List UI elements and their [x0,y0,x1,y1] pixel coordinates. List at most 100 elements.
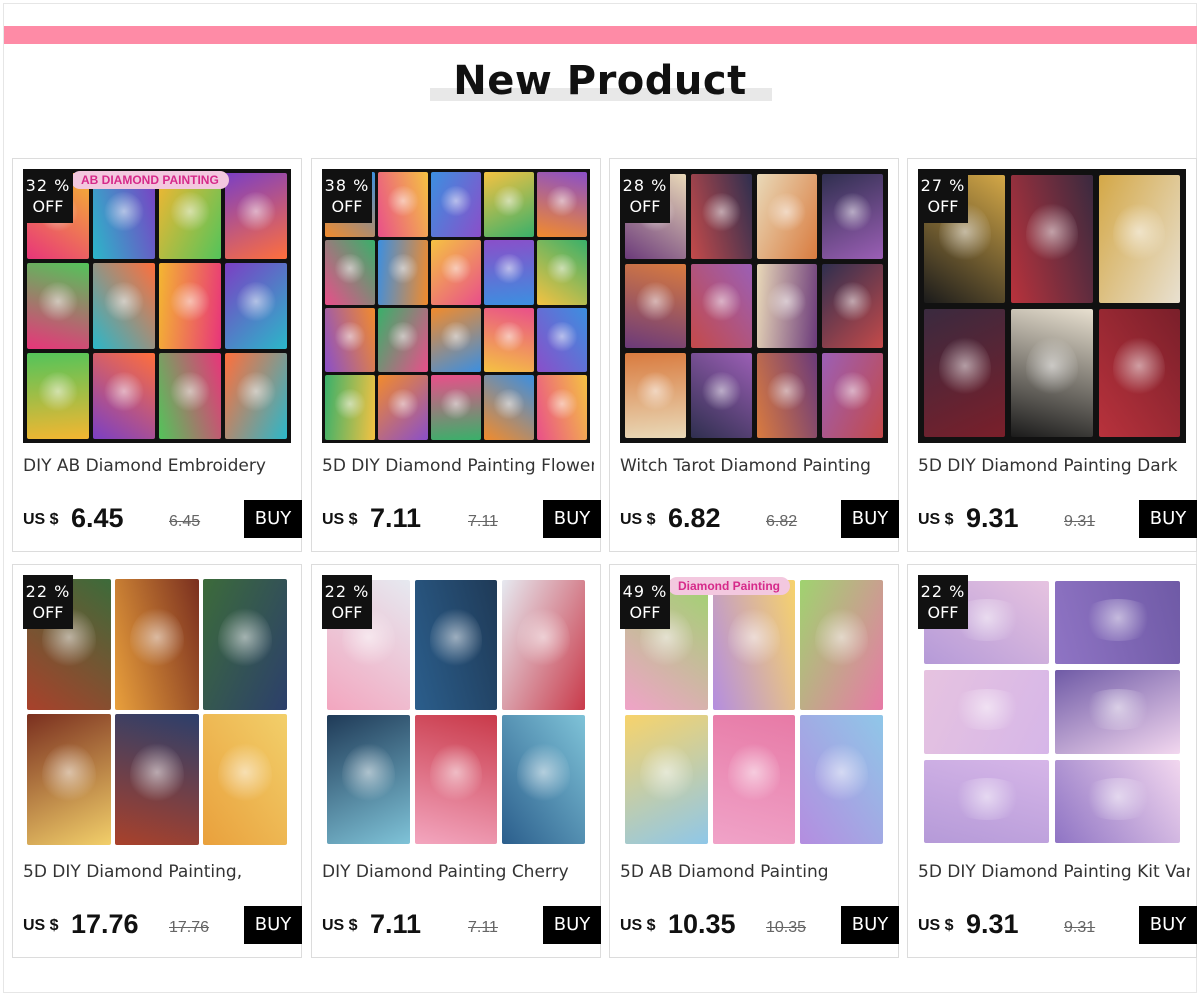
sale-price: 9.31 [966,909,1019,939]
discount-off-label: OFF [331,197,363,216]
image-tile [484,172,534,237]
image-tile [325,307,375,373]
image-tile [625,714,708,844]
currency-label: US $ [918,511,954,528]
product-name[interactable]: 5D DIY Diamond Painting, [23,862,295,882]
image-tile [225,263,287,349]
image-tile [502,714,585,844]
discount-badge: 38 % OFF [322,169,372,223]
currency-label: US $ [620,511,656,528]
image-banner: AB DIAMOND PAINTING [71,171,229,189]
image-tile [822,174,883,259]
discount-off-label: OFF [927,197,959,216]
image-tile [756,353,818,438]
image-tile [822,263,883,349]
image-tile [327,714,410,844]
discount-percent: 28 % [622,176,668,195]
original-price: 6.45 [169,513,201,530]
discount-badge: 28 % OFF [620,169,670,223]
price-row: US $ 6.45 6.45 BUY [23,499,302,539]
discount-badge: 49 % OFF [620,575,670,629]
image-tile [822,353,883,438]
buy-button[interactable]: BUY [543,906,601,944]
discount-off-label: OFF [32,603,64,622]
image-tile [690,174,752,259]
image-tile [537,307,587,373]
image-tile [378,375,428,440]
image-tile [93,353,155,439]
image-tile [431,307,481,373]
buy-button[interactable]: BUY [1139,906,1197,944]
product-name[interactable]: DIY Diamond Painting Cherry [322,862,594,882]
original-price: 9.31 [1064,513,1096,530]
original-price: 17.76 [169,919,210,936]
image-tile [1011,309,1093,437]
discount-off-label: OFF [32,197,64,216]
product-name[interactable]: 5D DIY Diamond Painting Flowers [322,456,594,476]
discount-off-label: OFF [629,197,661,216]
image-tile [800,714,883,844]
discount-percent: 49 % [622,582,668,601]
product-name[interactable]: Witch Tarot Diamond Painting [620,456,892,476]
discount-badge: 22 % OFF [23,575,73,629]
price-row: US $ 9.31 9.31 BUY [918,499,1197,539]
product-card[interactable]: 38 % OFF 5D DIY Diamond Painting Flowers US… [311,158,601,552]
product-card[interactable]: 22 % OFF 5D DIY Diamond Painting, US $ 17.76… [12,564,302,958]
discount-badge: 22 % OFF [918,575,968,629]
product-name[interactable]: 5D DIY Diamond Painting Kit Van [918,862,1190,882]
image-tile [159,263,221,349]
image-tile [27,263,89,349]
sale-price: 17.76 [71,909,139,939]
image-tile [414,714,498,844]
buy-button[interactable]: BUY [841,906,899,944]
image-tile [27,353,89,439]
image-tile [502,580,585,710]
sale-price: 6.82 [668,503,721,533]
image-tile [159,353,221,439]
image-tile [484,375,534,440]
product-name[interactable]: 5D AB Diamond Painting [620,862,892,882]
image-tile [756,263,818,349]
product-name[interactable]: 5D DIY Diamond Painting Dark [918,456,1190,476]
image-tile [1011,175,1093,303]
price-row: US $ 10.35 10.35 BUY [620,905,899,945]
buy-button[interactable]: BUY [244,906,302,944]
image-tile [378,172,428,237]
discount-percent: 32 % [25,176,71,195]
product-card[interactable]: AB DIAMOND PAINTING 32 % OFF DIY AB Diamond… [12,158,302,552]
currency-label: US $ [918,917,954,934]
buy-button[interactable]: BUY [543,500,601,538]
currency-label: US $ [23,511,59,528]
image-tile [1055,759,1180,843]
discount-badge: 22 % OFF [322,575,372,629]
image-tile [1055,670,1180,754]
image-tile [625,353,686,438]
original-price: 6.82 [766,513,798,530]
discount-off-label: OFF [331,603,363,622]
buy-button[interactable]: BUY [1139,500,1197,538]
image-tile [1098,175,1180,303]
buy-button[interactable]: BUY [244,500,302,538]
price-row: US $ 6.82 6.82 BUY [620,499,899,539]
product-card[interactable]: 27 % OFF 5D DIY Diamond Painting Dark US $ 9… [907,158,1197,552]
discount-percent: 38 % [324,176,370,195]
price-row: US $ 9.31 9.31 BUY [918,905,1197,945]
product-card[interactable]: 28 % OFF Witch Tarot Diamond Painting US $ 6… [609,158,899,552]
product-card[interactable]: 22 % OFF DIY Diamond Painting Cherry US $ 7.… [311,564,601,958]
sale-price: 6.45 [71,503,124,533]
sale-price: 10.35 [668,909,736,939]
currency-label: US $ [23,917,59,934]
image-tile [431,375,481,440]
discount-percent: 22 % [920,582,966,601]
discount-percent: 22 % [324,582,370,601]
currency-label: US $ [322,917,358,934]
product-name[interactable]: DIY AB Diamond Embroidery [23,456,295,476]
buy-button[interactable]: BUY [841,500,899,538]
image-tile [484,239,534,305]
product-card[interactable]: Diamond Painting 49 % OFF 5D AB Diamond Pai… [609,564,899,958]
price-row: US $ 7.11 7.11 BUY [322,905,601,945]
sale-price: 7.11 [370,503,422,533]
product-card[interactable]: 22 % OFF 5D DIY Diamond Painting Kit Van US… [907,564,1197,958]
section-accent-bar [4,26,1197,44]
image-tile [924,759,1049,843]
